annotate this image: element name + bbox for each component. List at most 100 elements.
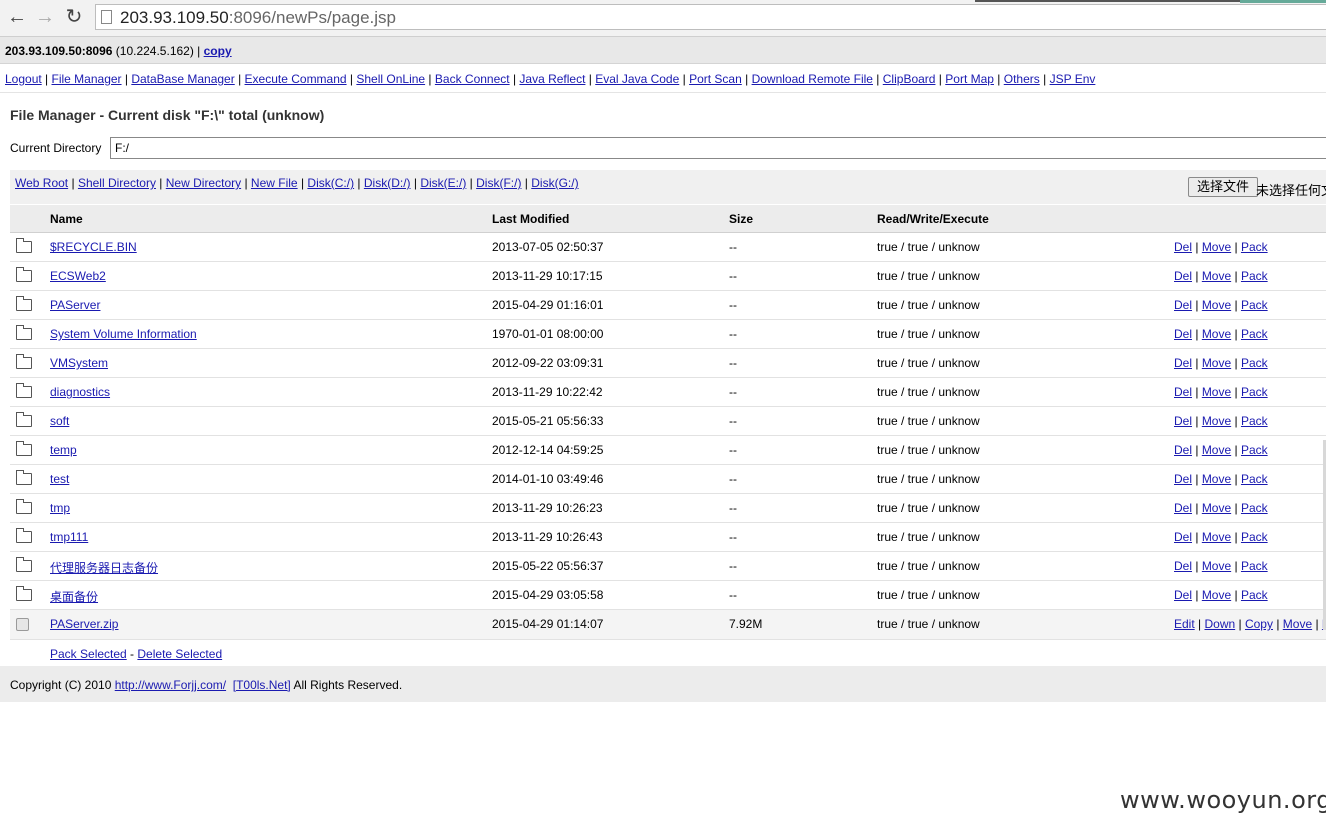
pack-selected-link[interactable]: Pack Selected	[50, 647, 127, 661]
folder-rwe: true / true / unknow	[877, 414, 980, 428]
menu-eval-java-code-link[interactable]: Eval Java Code	[595, 72, 679, 86]
folder-action-pack-link[interactable]: Pack	[1241, 414, 1268, 428]
folder-action-pack-link[interactable]: Pack	[1241, 327, 1268, 341]
menu-port-map-link[interactable]: Port Map	[945, 72, 994, 86]
folder-name-link[interactable]: $RECYCLE.BIN	[50, 240, 137, 254]
folder-action-del-link[interactable]: Del	[1174, 501, 1192, 515]
address-bar[interactable]: 203.93.109.50:8096/newPs/page.jsp	[95, 4, 1326, 30]
folder-action-pack-link[interactable]: Pack	[1241, 385, 1268, 399]
folder-action-move-link[interactable]: Move	[1202, 472, 1231, 486]
forjj-link[interactable]: http://www.Forjj.com/	[115, 678, 226, 692]
folder-action-del-link[interactable]: Del	[1174, 443, 1192, 457]
file-name-link[interactable]: PAServer.zip	[50, 617, 118, 631]
folder-action-del-link[interactable]: Del	[1174, 298, 1192, 312]
folder-action-move-link[interactable]: Move	[1202, 240, 1231, 254]
toolbar-web-root-link[interactable]: Web Root	[15, 176, 68, 190]
menu-logout-link[interactable]: Logout	[5, 72, 42, 86]
folder-action-move-link[interactable]: Move	[1202, 588, 1231, 602]
folder-action-del-link[interactable]: Del	[1174, 327, 1192, 341]
file-select-checkbox[interactable]	[16, 616, 29, 632]
menu-java-reflect-link[interactable]: Java Reflect	[519, 72, 585, 86]
folder-action-move-link[interactable]: Move	[1202, 443, 1231, 457]
toolbar-disk-e-link[interactable]: Disk(E:/)	[420, 176, 466, 190]
menu-others-link[interactable]: Others	[1004, 72, 1040, 86]
menu-separator: |	[234, 72, 245, 86]
folder-action-del-link[interactable]: Del	[1174, 269, 1192, 283]
folder-name-link[interactable]: soft	[50, 414, 69, 428]
folder-action-pack-link[interactable]: Pack	[1241, 298, 1268, 312]
folder-action-move-link[interactable]: Move	[1202, 559, 1231, 573]
folder-action-pack-link[interactable]: Pack	[1241, 588, 1268, 602]
folder-action-pack-link[interactable]: Pack	[1241, 472, 1268, 486]
folder-action-move-link[interactable]: Move	[1202, 327, 1231, 341]
folder-action-separator: |	[1192, 298, 1202, 312]
forward-arrow-icon[interactable]: →	[34, 6, 56, 28]
folder-name-link[interactable]: VMSystem	[50, 356, 108, 370]
choose-file-button[interactable]: 选择文件	[1188, 177, 1259, 197]
toolbar-new-directory-link[interactable]: New Directory	[166, 176, 241, 190]
toolbar-disk-f-link[interactable]: Disk(F:/)	[476, 176, 521, 190]
folder-action-del-link[interactable]: Del	[1174, 356, 1192, 370]
folder-name-link[interactable]: diagnostics	[50, 385, 110, 399]
reload-icon[interactable]: ↻	[63, 6, 85, 28]
folder-name-link[interactable]: 桌面备份	[50, 588, 98, 605]
folder-action-del-link[interactable]: Del	[1174, 530, 1192, 544]
file-action-down-link[interactable]: Down	[1204, 617, 1235, 631]
folder-action-pack-link[interactable]: Pack	[1241, 356, 1268, 370]
folder-action-del-link[interactable]: Del	[1174, 588, 1192, 602]
delete-selected-link[interactable]: Delete Selected	[137, 647, 222, 661]
folder-action-pack-link[interactable]: Pack	[1241, 443, 1268, 457]
folder-action-pack-link[interactable]: Pack	[1241, 530, 1268, 544]
file-rwe: true / true / unknow	[877, 617, 980, 631]
menu-jsp-env-link[interactable]: JSP Env	[1050, 72, 1096, 86]
folder-action-del-link[interactable]: Del	[1174, 559, 1192, 573]
folder-action-del-link[interactable]: Del	[1174, 472, 1192, 486]
divider	[0, 92, 1326, 93]
folder-name-link[interactable]: temp	[50, 443, 77, 457]
folder-name-link[interactable]: test	[50, 472, 69, 486]
url-text[interactable]: 203.93.109.50:8096/newPs/page.jsp	[120, 8, 396, 28]
t00ls-link[interactable]: [T00ls.Net]	[233, 678, 291, 692]
folder-action-pack-link[interactable]: Pack	[1241, 269, 1268, 283]
folder-action-move-link[interactable]: Move	[1202, 298, 1231, 312]
folder-action-move-link[interactable]: Move	[1202, 385, 1231, 399]
folder-action-del-link[interactable]: Del	[1174, 240, 1192, 254]
menu-database-manager-link[interactable]: DataBase Manager	[131, 72, 234, 86]
toolbar-disk-c-link[interactable]: Disk(C:/)	[307, 176, 354, 190]
toolbar-disk-d-link[interactable]: Disk(D:/)	[364, 176, 411, 190]
folder-name-link[interactable]: PAServer	[50, 298, 100, 312]
back-arrow-icon[interactable]: ←	[6, 6, 28, 28]
folder-name-link[interactable]: tmp111	[50, 530, 88, 544]
folder-action-move-link[interactable]: Move	[1202, 269, 1231, 283]
folder-action-pack-link[interactable]: Pack	[1241, 240, 1268, 254]
file-action-edit-link[interactable]: Edit	[1174, 617, 1195, 631]
folder-name-link[interactable]: System Volume Information	[50, 327, 197, 341]
menu-back-connect-link[interactable]: Back Connect	[435, 72, 510, 86]
toolbar-new-file-link[interactable]: New File	[251, 176, 298, 190]
toolbar-shell-directory-link[interactable]: Shell Directory	[78, 176, 156, 190]
folder-action-pack-link[interactable]: Pack	[1241, 501, 1268, 515]
folder-action-move-link[interactable]: Move	[1202, 530, 1231, 544]
folder-action-move-link[interactable]: Move	[1202, 414, 1231, 428]
checkbox-box[interactable]	[16, 618, 29, 631]
folder-action-move-link[interactable]: Move	[1202, 501, 1231, 515]
menu-file-manager-link[interactable]: File Manager	[52, 72, 122, 86]
menu-port-scan-link[interactable]: Port Scan	[689, 72, 742, 86]
folder-name-link[interactable]: ECSWeb2	[50, 269, 106, 283]
menu-shell-online-link[interactable]: Shell OnLine	[356, 72, 425, 86]
menu-download-remote-file-link[interactable]: Download Remote File	[752, 72, 873, 86]
folder-action-del-link[interactable]: Del	[1174, 414, 1192, 428]
copy-link[interactable]: copy	[204, 44, 232, 58]
file-action-copy-link[interactable]: Copy	[1245, 617, 1273, 631]
menu-execute-command-link[interactable]: Execute Command	[245, 72, 347, 86]
folder-name-link[interactable]: tmp	[50, 501, 70, 515]
current-directory-input[interactable]	[110, 137, 1326, 159]
folder-name-link[interactable]: 代理服务器日志备份	[50, 559, 158, 576]
file-action-move-link[interactable]: Move	[1283, 617, 1312, 631]
folder-action-move-link[interactable]: Move	[1202, 356, 1231, 370]
folder-action-separator: |	[1231, 559, 1241, 573]
menu-clipboard-link[interactable]: ClipBoard	[883, 72, 936, 86]
folder-action-del-link[interactable]: Del	[1174, 385, 1192, 399]
folder-action-pack-link[interactable]: Pack	[1241, 559, 1268, 573]
toolbar-disk-g-link[interactable]: Disk(G:/)	[531, 176, 578, 190]
